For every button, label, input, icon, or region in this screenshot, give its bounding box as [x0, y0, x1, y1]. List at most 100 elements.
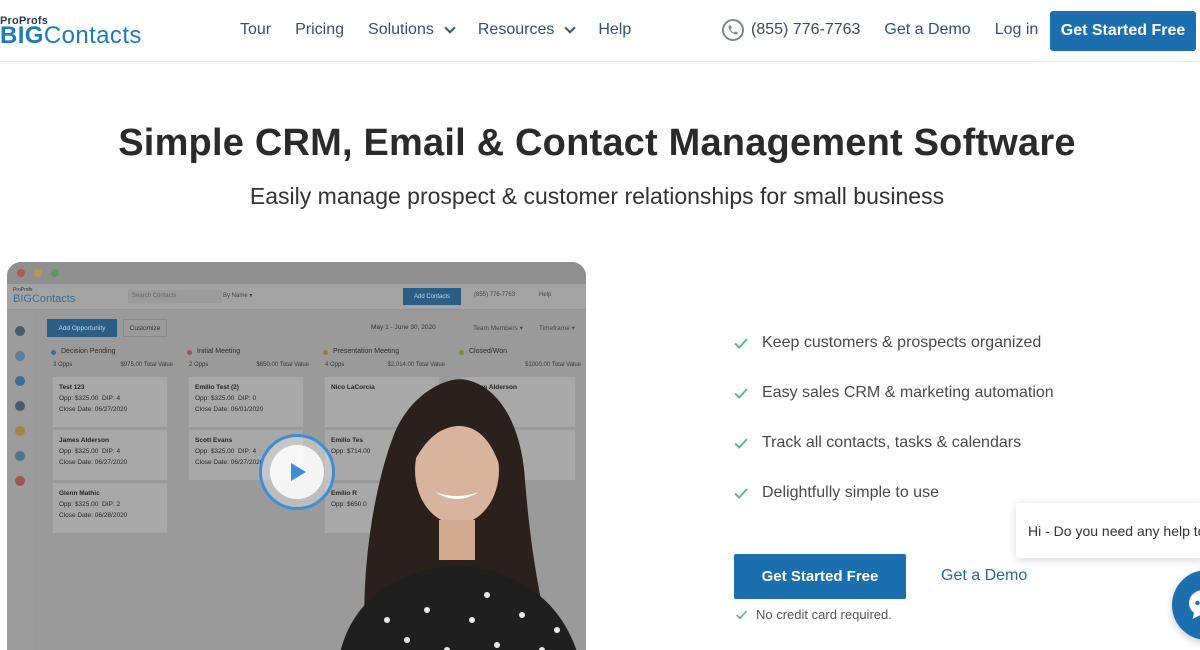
- deal-opp: Opp: $325.00 DIP: 4: [59, 446, 161, 457]
- nav-tour-label: Tour: [240, 21, 272, 38]
- app-toolbar: Add Opportunity Customize May 1 - June 3…: [43, 319, 583, 337]
- feature-item: Easy sales CRM & marketing automation: [733, 383, 1173, 403]
- chat-launcher-button[interactable]: [1172, 570, 1200, 640]
- get-a-demo-link[interactable]: Get a Demo: [884, 21, 970, 39]
- app-search-by: By Name ▾: [223, 293, 253, 299]
- nav-solutions[interactable]: Solutions: [368, 20, 456, 40]
- stage-dot: [187, 350, 192, 355]
- deal-close-date: Close Date: 06/28/2020: [59, 512, 128, 519]
- deal-card: Test 123 Opp: $325.00 DIP: 4 Close Date: 0…: [53, 377, 167, 427]
- chat-greeting-text: Hi - Do you need any help to: [1028, 523, 1200, 539]
- column-header: Closed/Won: [459, 348, 583, 362]
- deal-opp: Opp: $325.00 DIP: 0: [195, 393, 297, 404]
- app-sidebar: [7, 310, 33, 650]
- sidebar-icon: [15, 376, 25, 386]
- deal-dip: DIP: 4: [238, 448, 257, 455]
- deal-dip: DIP: 4: [102, 448, 121, 455]
- deal-card: Emilio Test (2) Opp: $325.00 DIP: 0 Close …: [189, 377, 303, 427]
- proprofs-bigcontacts-logo[interactable]: ProProfs BIGContacts: [0, 15, 200, 51]
- sidebar-icon: [15, 476, 25, 486]
- hero-subtitle: Easily manage prospect & customer relati…: [249, 183, 945, 209]
- logo-wordmark: BIGContacts: [0, 24, 142, 48]
- app-team-members: Team Members ▾: [473, 325, 523, 332]
- column-total: $975.00 Total Value: [120, 362, 174, 368]
- app-date-range: May 1 - June 30, 2020: [371, 324, 436, 331]
- feature-text: Keep customers & prospects organized: [762, 334, 1042, 351]
- app-logo: ProProfs BIGContacts: [13, 288, 75, 306]
- stage-dot: [51, 350, 56, 355]
- deal-opp-value: Opp: $325.00: [59, 501, 99, 508]
- check-icon: [736, 610, 747, 620]
- app-search-input: Search Contacts: [128, 290, 222, 303]
- column-header: Decision Pending: [51, 348, 175, 362]
- nav-resources[interactable]: Resources: [478, 20, 577, 40]
- feature-item: Keep customers & prospects organized: [733, 333, 1173, 353]
- nav-tour[interactable]: Tour: [240, 20, 271, 40]
- column-header: Initial Meeting: [187, 348, 311, 362]
- play-icon: [270, 445, 324, 499]
- window-minimize-dot: [34, 269, 42, 277]
- check-icon: [734, 338, 748, 349]
- deal-opp-value: Opp: $325.00: [195, 395, 235, 402]
- deal-dip: DIP: 2: [102, 501, 121, 508]
- stage-dot: [459, 350, 464, 355]
- deal-opp-value: Opp: $325.00: [195, 448, 235, 455]
- deal-dip: DIP: 0: [238, 395, 257, 402]
- deal-name: Glenn Mathic: [59, 490, 100, 497]
- app-add-contacts-button: Add Contacts: [403, 288, 461, 305]
- deal-close-date: Close Date: 06/27/2020: [59, 406, 128, 413]
- deal-name: Emilio Test (2): [195, 384, 239, 391]
- check-icon: [734, 388, 748, 399]
- play-button[interactable]: [259, 434, 335, 510]
- hero-get-started-free-button[interactable]: Get Started Free: [734, 554, 906, 599]
- deal-card: James Alderson Opp: $325.00 DIP: 4 Close D…: [53, 430, 167, 480]
- column-count: 3 Opps: [53, 362, 73, 368]
- column-summary: 3 Opps $975.00 Total Value: [51, 362, 175, 374]
- nav-pricing-label: Pricing: [295, 21, 345, 38]
- deal-close-date: Close Date: 06/01/2020: [195, 406, 264, 413]
- hero-get-a-demo-link[interactable]: Get a Demo: [941, 567, 1027, 585]
- app-topbar: ProProfs BIGContacts Search Contacts By N…: [7, 284, 586, 310]
- check-icon: [734, 438, 748, 449]
- sidebar-icon: [15, 451, 25, 461]
- deal-name: James Alderson: [59, 437, 109, 444]
- column-name: Closed/Won: [469, 348, 508, 355]
- app-phone: (855) 776-7763: [474, 292, 516, 298]
- sidebar-icon: [15, 351, 25, 361]
- app-customize-button: Customize: [123, 319, 167, 337]
- presenter-image: [340, 379, 577, 650]
- hero-title: Simple CRM, Email & Contact Management S…: [118, 122, 1076, 164]
- product-video[interactable]: ProProfs BIGContacts Search Contacts By N…: [7, 262, 586, 650]
- check-icon: [734, 488, 748, 499]
- column-summary: 2 Opps $650.00 Total Value: [187, 362, 311, 374]
- login-link[interactable]: Log in: [995, 21, 1039, 39]
- deal-opp: Opp: $325.00 DIP: 4: [59, 393, 161, 404]
- stage-dot: [323, 350, 328, 355]
- sidebar-icon: [15, 426, 25, 436]
- column-count: 2 Opps: [189, 362, 209, 368]
- column-name: Decision Pending: [61, 348, 116, 355]
- window-close-dot: [17, 269, 25, 277]
- column-name: Presentation Meeting: [333, 348, 400, 355]
- phone-number[interactable]: (855) 776-7763: [751, 21, 860, 39]
- page: ProProfs BIGContacts Tour Pricing Soluti…: [0, 0, 1200, 650]
- no-credit-card-text: No credit card required.: [756, 607, 892, 622]
- app-timeframe: Timeframe ▾: [539, 325, 575, 332]
- chat-greeting-bubble[interactable]: Hi - Do you need any help to: [1016, 503, 1200, 558]
- feature-text: Delightfully simple to use: [762, 484, 939, 501]
- chat-icon: [1189, 590, 1200, 619]
- deal-dip: DIP: 4: [102, 395, 121, 402]
- logo-big: BIG: [0, 22, 44, 49]
- app-add-opportunity-button: Add Opportunity: [47, 319, 117, 337]
- feature-item: Delightfully simple to use: [733, 483, 1173, 503]
- feature-text: Track all contacts, tasks & calendars: [762, 434, 1022, 451]
- nav-help[interactable]: Help: [598, 20, 631, 40]
- chevron-down-icon: [444, 21, 456, 34]
- deal-name: Test 123: [59, 384, 85, 391]
- no-credit-card-note: No credit card required.: [735, 607, 892, 622]
- get-started-free-button[interactable]: Get Started Free: [1050, 11, 1196, 51]
- window-maximize-dot: [51, 269, 59, 277]
- logo-rest: Contacts: [43, 22, 142, 49]
- deal-card: Glenn Mathic Opp: $325.00 DIP: 2 Close Dat…: [53, 483, 167, 533]
- nav-pricing[interactable]: Pricing: [295, 20, 344, 40]
